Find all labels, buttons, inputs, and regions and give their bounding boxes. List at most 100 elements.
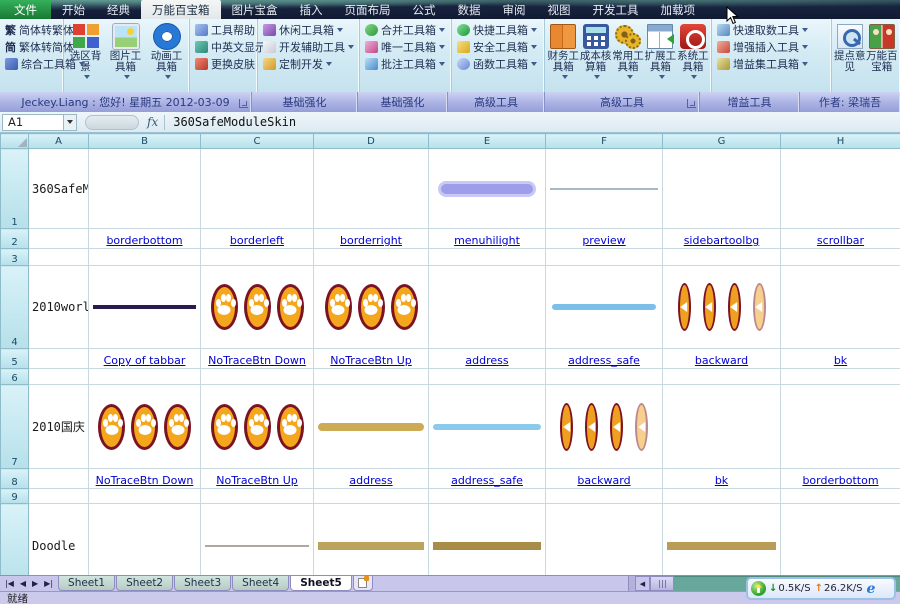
thumb-pink-frame[interactable]	[318, 542, 424, 550]
security-toolbox-button[interactable]: 安全工具箱	[454, 38, 542, 55]
tab-sheet3[interactable]: Sheet3	[174, 576, 231, 591]
menu-view[interactable]: 视图	[537, 0, 582, 19]
link-bk[interactable]: bk	[715, 474, 728, 487]
column-header-g[interactable]: G	[663, 134, 781, 149]
tab-sheet1[interactable]: Sheet1	[58, 576, 115, 591]
link-notracebtn-up[interactable]: NoTraceBtn Up	[330, 354, 412, 367]
link-notracebtn-down[interactable]: NoTraceBtn Down	[96, 474, 194, 487]
thumb-notracebtn-down[interactable]	[93, 404, 196, 450]
cell-a4[interactable]: 2010world	[29, 300, 88, 314]
gain-set-toolbox-button[interactable]: 增益集工具箱	[714, 55, 829, 72]
menu-developer[interactable]: 开发工具	[582, 0, 650, 19]
ie-icon[interactable]: e	[867, 581, 876, 597]
name-box[interactable]: A1	[2, 114, 64, 131]
last-sheet-icon[interactable]: ▶|	[41, 579, 56, 588]
menu-picturebox[interactable]: 图片宝盒	[221, 0, 289, 19]
cost-accounting-button[interactable]: 成本核算箱	[579, 21, 611, 80]
link-notracebtn-down[interactable]: NoTraceBtn Down	[208, 354, 306, 367]
menu-insert[interactable]: 插入	[289, 0, 334, 19]
tab-sheet5[interactable]: Sheet5	[290, 576, 352, 591]
link-notracebtn-up[interactable]: NoTraceBtn Up	[216, 474, 298, 487]
link-sidebartoolbg[interactable]: sidebartoolbg	[684, 234, 760, 247]
formula-content[interactable]: 360SafeModuleSkin	[173, 115, 296, 129]
link-borderright[interactable]: borderright	[340, 234, 402, 247]
link-preview[interactable]: preview	[582, 234, 625, 247]
thumb-pink-frame2[interactable]	[667, 542, 776, 550]
next-sheet-icon[interactable]: ▶	[29, 579, 41, 588]
tab-sheet4[interactable]: Sheet4	[232, 576, 289, 591]
change-skin-button[interactable]: 更换皮肤	[192, 55, 255, 72]
combined-toolbox-button[interactable]: 综合工具箱	[2, 55, 61, 72]
cell-a10[interactable]: Doodle	[29, 539, 88, 553]
link-borderbottom[interactable]: borderbottom	[106, 234, 182, 247]
menu-treasurebox[interactable]: 万能百宝箱	[141, 0, 221, 19]
traditional-to-simplified-button[interactable]: 简 繁体转简体	[2, 38, 61, 55]
row-header[interactable]: 10	[1, 504, 29, 576]
name-box-dropdown-icon[interactable]	[64, 114, 77, 131]
insert-sheet-button[interactable]	[353, 576, 373, 591]
treasure-box-button[interactable]: 万能百宝箱	[866, 21, 898, 73]
thumb-address-safe[interactable]	[433, 424, 541, 430]
link-address-safe[interactable]: address_safe	[451, 474, 523, 487]
selection-background-button[interactable]: 选区背景	[66, 21, 105, 80]
thumb-notracebtn-up[interactable]	[318, 284, 424, 330]
row-header[interactable]: 1	[1, 149, 29, 229]
row-header[interactable]: 8	[1, 469, 29, 489]
function-toolbox-button[interactable]: 函数工具箱	[454, 55, 542, 72]
select-all-corner[interactable]	[1, 134, 29, 149]
row-header[interactable]: 3	[1, 249, 29, 266]
thumb-notracebtn-up[interactable]	[205, 404, 309, 450]
menu-pagelayout[interactable]: 页面布局	[334, 0, 402, 19]
row-header[interactable]: 2	[1, 229, 29, 249]
thumb-backward[interactable]	[667, 283, 776, 331]
thumb-copy-of-tabbar[interactable]	[93, 305, 196, 309]
feedback-button[interactable]: 提点意见	[834, 21, 866, 73]
simplified-to-traditional-button[interactable]: 繁 简体转繁体	[2, 21, 61, 38]
link-address[interactable]: address	[465, 354, 508, 367]
network-monitor-widget[interactable]: ↓ 0.5K/S ↑ 26.2K/S e	[746, 577, 896, 600]
hscroll-left-icon[interactable]: ◀	[635, 576, 650, 591]
column-header-d[interactable]: D	[314, 134, 429, 149]
cell-a1[interactable]: 360SafeModuleSkin	[29, 182, 88, 196]
thumb-notracebtn-down[interactable]	[205, 284, 309, 330]
column-header-c[interactable]: C	[201, 134, 314, 149]
first-sheet-icon[interactable]: |◀	[2, 579, 17, 588]
column-header-e[interactable]: E	[429, 134, 546, 149]
row-header[interactable]: 9	[1, 489, 29, 504]
extend-toolbox-button[interactable]: 扩展工具箱	[644, 21, 676, 80]
column-header-h[interactable]: H	[781, 134, 900, 149]
finance-toolbox-button[interactable]: 财务工具箱	[547, 21, 579, 80]
animation-toolbox-button[interactable]: 动画工具箱	[146, 21, 187, 80]
menu-formulas[interactable]: 公式	[402, 0, 447, 19]
menu-file[interactable]: 文件	[0, 0, 51, 19]
hscroll-thumb[interactable]	[650, 576, 674, 591]
prev-sheet-icon[interactable]: ◀	[17, 579, 29, 588]
link-address-safe[interactable]: address_safe	[568, 354, 640, 367]
link-backward[interactable]: backward	[577, 474, 630, 487]
link-bk[interactable]: bk	[834, 354, 847, 367]
dialog-launcher-icon[interactable]	[687, 99, 696, 108]
menu-home[interactable]: 开始	[51, 0, 96, 19]
menu-addins[interactable]: 加载项	[650, 0, 707, 19]
row-header[interactable]: 4	[1, 266, 29, 349]
column-header-b[interactable]: B	[89, 134, 201, 149]
comment-toolbox-button[interactable]: 批注工具箱	[362, 55, 449, 72]
dev-assist-button[interactable]: 开发辅助工具	[260, 38, 357, 55]
thumb-address[interactable]	[318, 423, 424, 431]
column-header-f[interactable]: F	[546, 134, 663, 149]
link-menuhilight[interactable]: menuhilight	[454, 234, 520, 247]
menu-review[interactable]: 审阅	[492, 0, 537, 19]
leisure-toolbox-button[interactable]: 休闲工具箱	[260, 21, 357, 38]
menu-classic[interactable]: 经典	[96, 0, 141, 19]
dialog-launcher-icon[interactable]	[239, 99, 248, 108]
row-header[interactable]: 7	[1, 385, 29, 469]
fx-icon[interactable]: fx	[147, 115, 158, 129]
row-header[interactable]: 5	[1, 349, 29, 369]
tab-sheet2[interactable]: Sheet2	[116, 576, 173, 591]
link-backward[interactable]: backward	[695, 354, 748, 367]
merge-toolbox-button[interactable]: 合并工具箱	[362, 21, 449, 38]
thumb-preview[interactable]	[550, 188, 658, 190]
link-borderbottom[interactable]: borderbottom	[802, 474, 878, 487]
link-borderleft[interactable]: borderleft	[230, 234, 284, 247]
custom-dev-button[interactable]: 定制开发	[260, 55, 357, 72]
